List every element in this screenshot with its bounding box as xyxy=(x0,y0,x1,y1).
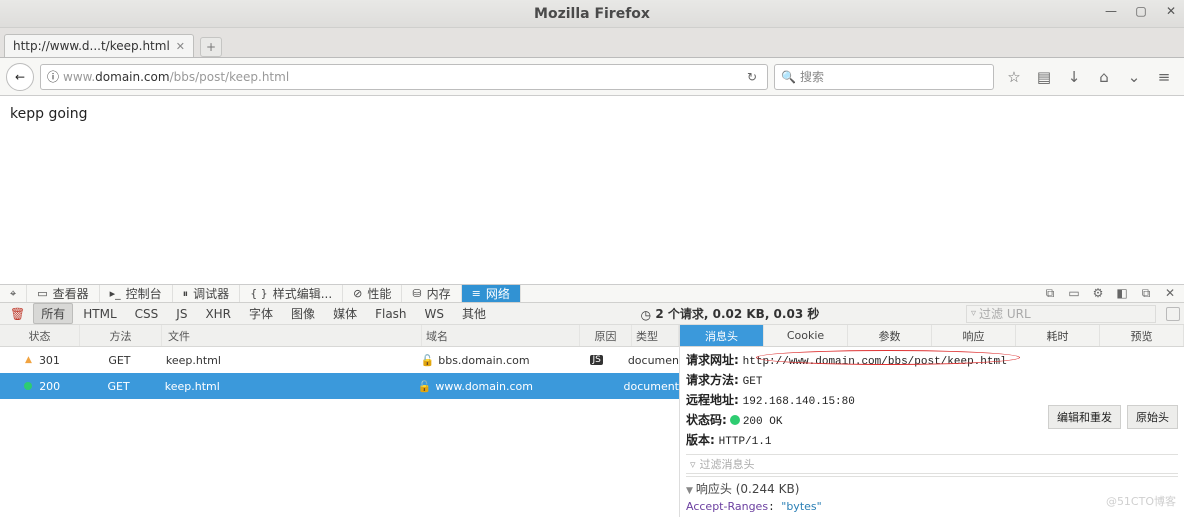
tab-network[interactable]: ≡网络 xyxy=(462,285,521,302)
tab-inspector[interactable]: ▭查看器 xyxy=(27,285,99,302)
status-dot-icon xyxy=(730,415,740,425)
window-titlebar: Mozilla Firefox — ▢ ✕ xyxy=(0,0,1184,28)
url-field[interactable]: ⓘ www.domain.com/bbs/post/keep.html ↻ xyxy=(40,64,768,90)
search-icon: 🔍 xyxy=(781,70,796,84)
back-button[interactable]: ← xyxy=(6,63,34,91)
warning-icon: ▲ xyxy=(19,355,32,365)
col-file[interactable]: 文件 xyxy=(162,325,422,346)
search-placeholder: 搜索 xyxy=(800,68,824,85)
dock-side-icon[interactable]: ◧ xyxy=(1114,286,1130,301)
status-code-value: 200 OK xyxy=(743,416,783,428)
status-ok-icon xyxy=(24,382,32,390)
dtab-response[interactable]: 响应 xyxy=(932,325,1016,346)
pocket-icon[interactable]: ⌄ xyxy=(1126,68,1142,86)
funnel-icon: ▿ xyxy=(971,308,976,319)
table-row[interactable]: ▲ 301 GET keep.html 🔓bbs.domain.com JS d… xyxy=(0,347,679,373)
filter-ws[interactable]: WS xyxy=(417,305,452,323)
tab-memory[interactable]: ⛁内存 xyxy=(402,285,461,302)
dtab-timings[interactable]: 耗时 xyxy=(1016,325,1100,346)
col-type[interactable]: 类型 xyxy=(632,325,679,346)
dtab-params[interactable]: 参数 xyxy=(848,325,932,346)
http-version-value: HTTP/1.1 xyxy=(719,436,772,448)
browser-tab[interactable]: http://www.d...t/keep.html ✕ xyxy=(4,34,194,57)
info-icon[interactable]: ⓘ xyxy=(47,68,59,85)
url-text: www.domain.com/bbs/post/keep.html xyxy=(63,70,739,84)
tab-debugger[interactable]: ⏸调试器 xyxy=(173,285,241,302)
window-title: Mozilla Firefox xyxy=(534,6,650,22)
col-cause[interactable]: 原因 xyxy=(580,325,632,346)
search-field[interactable]: 🔍 搜索 xyxy=(774,64,994,90)
insecure-icon: 🔓 xyxy=(418,380,432,393)
dtab-headers[interactable]: 消息头 xyxy=(680,325,764,346)
headers-detail: 请求网址: http://www.domain.com/bbs/post/kee… xyxy=(680,347,1184,517)
request-url-value: http://www.domain.com/bbs/post/keep.html xyxy=(743,356,1007,368)
filter-image[interactable]: 图像 xyxy=(283,303,323,324)
edit-resend-button[interactable]: 编辑和重发 xyxy=(1048,405,1121,429)
page-content: kepp going xyxy=(0,96,1184,284)
maximize-button[interactable]: ▢ xyxy=(1134,4,1148,18)
filter-flash[interactable]: Flash xyxy=(367,305,414,323)
request-method-value: GET xyxy=(743,376,763,388)
tab-style-editor[interactable]: { }样式编辑... xyxy=(240,285,343,302)
home-icon[interactable]: ⌂ xyxy=(1096,68,1112,86)
remote-address-value: 192.168.140.15:80 xyxy=(743,396,855,408)
funnel-icon: ▿ xyxy=(690,458,696,471)
requests-summary: ◷ 2 个请求, 0.02 KB, 0.03 秒 xyxy=(496,305,964,322)
filter-url-input[interactable]: ▿ 过滤 URL xyxy=(966,305,1156,323)
tab-close-icon[interactable]: ✕ xyxy=(176,40,185,53)
stopwatch-icon: ◷ xyxy=(641,308,651,322)
dtab-preview[interactable]: 预览 xyxy=(1100,325,1184,346)
downloads-icon[interactable]: ↓ xyxy=(1066,68,1082,86)
col-method[interactable]: 方法 xyxy=(80,325,162,346)
js-cause-badge: JS xyxy=(590,355,602,365)
response-headers-section[interactable]: ▼响应头 (0.244 KB) xyxy=(686,480,1178,497)
clear-requests-button[interactable]: 🗑 xyxy=(4,307,31,321)
new-tab-button[interactable]: + xyxy=(200,37,222,57)
dock-window-icon[interactable]: ⧉ xyxy=(1138,286,1154,301)
tab-console[interactable]: ▸_控制台 xyxy=(100,285,173,302)
menu-icon[interactable]: ≡ xyxy=(1156,68,1172,86)
detail-tabs: 消息头 Cookie 参数 响应 耗时 预览 xyxy=(680,325,1184,347)
filter-media[interactable]: 媒体 xyxy=(325,303,365,324)
filter-css[interactable]: CSS xyxy=(127,305,167,323)
filter-headers-input[interactable]: ▿ 过滤消息头 xyxy=(686,454,1178,474)
watermark: @51CTO博客 xyxy=(1106,493,1176,509)
col-domain[interactable]: 域名 xyxy=(422,325,580,346)
reload-button[interactable]: ↻ xyxy=(743,70,761,84)
network-filter-bar: 🗑 所有 HTML CSS JS XHR 字体 图像 媒体 Flash WS 其… xyxy=(0,303,1184,325)
filter-html[interactable]: HTML xyxy=(75,305,124,323)
devtools-panel: ⌖ ▭查看器 ▸_控制台 ⏸调试器 { }样式编辑... ⊘性能 ⛁内存 ≡网络… xyxy=(0,284,1184,511)
devtools-tabs: ⌖ ▭查看器 ▸_控制台 ⏸调试器 { }样式编辑... ⊘性能 ⛁内存 ≡网络… xyxy=(0,285,1184,303)
table-row[interactable]: 200 GET keep.html 🔓www.domain.com docume… xyxy=(0,373,679,399)
dtab-cookies[interactable]: Cookie xyxy=(764,325,848,346)
filter-all[interactable]: 所有 xyxy=(33,303,73,324)
library-icon[interactable]: ▤ xyxy=(1036,68,1052,86)
filter-other[interactable]: 其他 xyxy=(454,303,494,324)
raw-headers-button[interactable]: 原始头 xyxy=(1127,405,1178,429)
network-table-header: 状态 方法 文件 域名 原因 类型 xyxy=(0,325,679,347)
filter-js[interactable]: JS xyxy=(168,305,195,323)
network-table: 状态 方法 文件 域名 原因 类型 ▲ 301 GET keep.html 🔓b… xyxy=(0,325,680,517)
split-console-icon[interactable]: ⧉ xyxy=(1042,286,1058,301)
responsive-icon[interactable]: ▭ xyxy=(1066,286,1082,301)
tab-bar: http://www.d...t/keep.html ✕ + xyxy=(0,28,1184,58)
tab-performance[interactable]: ⊘性能 xyxy=(343,285,402,302)
header-accept-ranges: Accept-Ranges: "bytes" xyxy=(686,500,1178,514)
request-details-panel: 消息头 Cookie 参数 响应 耗时 预览 请求网址: http://www.… xyxy=(680,325,1184,517)
element-picker-button[interactable]: ⌖ xyxy=(0,285,27,302)
close-window-button[interactable]: ✕ xyxy=(1164,4,1178,18)
col-status[interactable]: 状态 xyxy=(0,325,80,346)
navigation-toolbar: ← ⓘ www.domain.com/bbs/post/keep.html ↻ … xyxy=(0,58,1184,96)
tab-title: http://www.d...t/keep.html xyxy=(13,39,170,53)
page-body-text: kepp going xyxy=(10,106,88,122)
persist-logs-toggle[interactable] xyxy=(1166,307,1180,321)
bookmark-star-icon[interactable]: ☆ xyxy=(1006,68,1022,86)
minimize-button[interactable]: — xyxy=(1104,4,1118,18)
insecure-icon: 🔓 xyxy=(421,354,435,367)
filter-xhr[interactable]: XHR xyxy=(197,305,239,323)
filter-font[interactable]: 字体 xyxy=(241,303,281,324)
close-devtools-icon[interactable]: ✕ xyxy=(1162,286,1178,301)
settings-icon[interactable]: ⚙ xyxy=(1090,286,1106,301)
